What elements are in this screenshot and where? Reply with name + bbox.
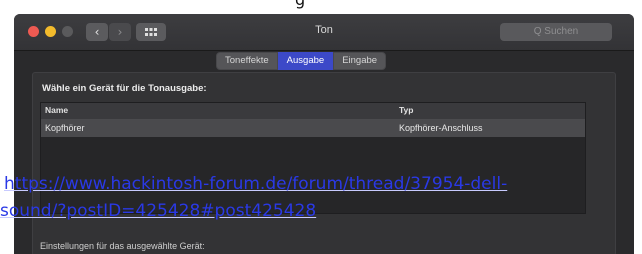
page-top-strip: g (0, 0, 642, 14)
tab-sound-effects[interactable]: Toneffekte (216, 52, 278, 70)
table-row[interactable]: Kopfhörer Kopfhörer-Anschluss (41, 120, 585, 137)
device-name-cell: Kopfhörer (45, 123, 85, 133)
tab-input[interactable]: Eingabe (333, 52, 387, 70)
table-header: Name Typ (41, 103, 585, 120)
cropped-text: g (295, 0, 305, 9)
search-field[interactable]: Q Suchen (500, 23, 612, 41)
column-header-name[interactable]: Name (45, 105, 68, 115)
device-type-cell: Kopfhörer-Anschluss (399, 123, 483, 133)
output-device-heading: Wähle ein Gerät für die Tonausgabe: (42, 83, 207, 94)
device-settings-label: Einstellungen für das ausgewählte Gerät: (40, 241, 205, 251)
tab-output[interactable]: Ausgabe (277, 52, 334, 70)
tab-bar: Toneffekte Ausgabe Eingabe (216, 52, 387, 70)
url-line-2[interactable]: sound/?postID=425428#post425428 (0, 198, 642, 225)
overlay-url-link[interactable]: https://www.hackintosh-forum.de/forum/th… (0, 171, 642, 225)
column-header-type[interactable]: Typ (399, 105, 413, 115)
title-bar: ‹ › Ton Q Suchen (14, 14, 634, 51)
url-line-1[interactable]: https://www.hackintosh-forum.de/forum/th… (0, 171, 642, 198)
